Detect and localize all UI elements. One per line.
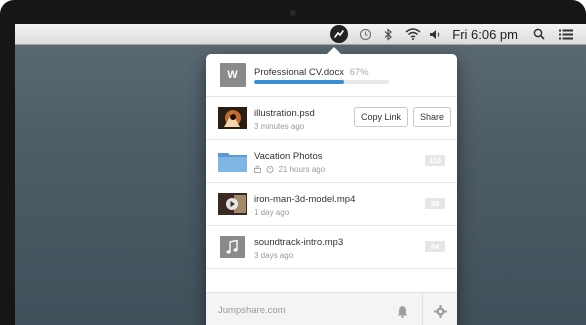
file-name: illustration.psd (254, 108, 315, 119)
upload-file-name: Professional CV.docx 67% (254, 67, 369, 78)
upload-name-text: Professional CV.docx (254, 67, 344, 78)
desktop-screen: Fri 6:06 pm W Professional CV.docx 67% i… (15, 24, 586, 325)
upload-row[interactable]: W Professional CV.docx 67% (206, 54, 457, 97)
file-row-soundtrack[interactable]: soundtrack-intro.mp3 3 days ago 84 (206, 226, 457, 269)
timer-icon (266, 165, 274, 175)
upload-progress-fill (254, 80, 345, 84)
time-machine-icon[interactable] (356, 24, 374, 44)
video-thumbnail-icon (218, 192, 247, 216)
file-meta: 3 minutes ago (254, 122, 305, 131)
lock-icon (254, 165, 261, 175)
share-button[interactable]: Share (413, 107, 451, 127)
wifi-icon[interactable] (404, 24, 422, 44)
jumpshare-popover: W Professional CV.docx 67% illustration.… (206, 47, 457, 325)
copy-link-button[interactable]: Copy Link (354, 107, 408, 127)
folder-icon (218, 149, 247, 173)
file-meta: 21 hours ago (278, 165, 326, 174)
camera-dot (289, 9, 297, 17)
volume-icon[interactable] (428, 24, 442, 44)
file-name: iron-man-3d-model.mp4 (254, 194, 356, 205)
upload-percent: 67% (349, 67, 369, 78)
view-count-badge: 110 (425, 155, 445, 166)
file-row-illustration[interactable]: illustration.psd 3 minutes ago Copy Link… (206, 97, 457, 140)
popover-footer: Jumpshare.com (206, 292, 457, 325)
audio-file-icon (218, 235, 247, 259)
footer-divider (422, 293, 423, 325)
settings-gear-icon[interactable] (432, 303, 448, 319)
image-thumbnail-icon (218, 106, 247, 130)
file-meta: 3 days ago (254, 251, 294, 260)
bluetooth-icon[interactable] (380, 24, 396, 44)
view-count-badge: 84 (425, 241, 445, 252)
notification-bell-icon[interactable] (394, 303, 410, 319)
notification-list-icon[interactable] (558, 24, 574, 44)
word-document-icon: W (218, 63, 247, 87)
menubar-clock[interactable]: Fri 6:06 pm (452, 24, 518, 44)
word-letter: W (219, 63, 246, 87)
upload-progress-track (254, 80, 389, 84)
file-row-vacation-photos[interactable]: Vacation Photos 21 hours ago 110 (206, 140, 457, 183)
file-name: soundtrack-intro.mp3 (254, 237, 344, 248)
menu-bar: Fri 6:06 pm (15, 24, 586, 45)
jumpshare-link[interactable]: Jumpshare.com (218, 305, 286, 316)
laptop-bezel: Fri 6:06 pm W Professional CV.docx 67% i… (0, 0, 586, 325)
view-count-badge: 39 (425, 198, 445, 209)
file-meta-line: 21 hours ago (254, 165, 325, 175)
file-name: Vacation Photos (254, 151, 323, 162)
jumpshare-icon[interactable] (330, 25, 349, 43)
spotlight-search-icon[interactable] (532, 24, 546, 44)
file-row-iron-man[interactable]: iron-man-3d-model.mp4 1 day ago 39 (206, 183, 457, 226)
file-meta: 1 day ago (254, 208, 290, 217)
